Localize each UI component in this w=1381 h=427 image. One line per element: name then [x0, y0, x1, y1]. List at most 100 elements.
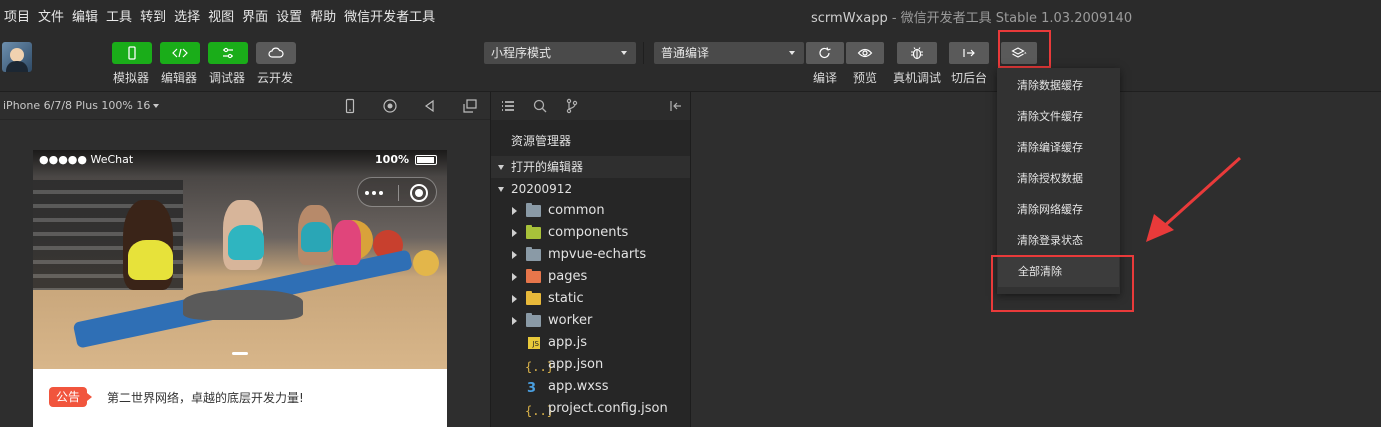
menu-item-clear-network-cache[interactable]: 清除网络缓存 [997, 194, 1120, 225]
bug-icon [911, 47, 923, 60]
banner-person [128, 240, 173, 280]
compile-button[interactable] [806, 42, 844, 64]
menu-view[interactable]: 视图 [208, 6, 234, 25]
background-switch-label: 切后台 [951, 71, 988, 85]
git-branch-icon[interactable] [564, 98, 580, 114]
menu-item-clear-login-state[interactable]: 清除登录状态 [997, 225, 1120, 256]
menu-settings[interactable]: 设置 [276, 6, 302, 25]
swiper-indicator[interactable] [232, 352, 248, 355]
carrier-label: ●●●●● WeChat [39, 153, 134, 166]
simulator-header: iPhone 6/7/8 Plus 100% 16 [0, 92, 490, 120]
tree-item-app-wxss[interactable]: 3 app.wxss [491, 376, 691, 398]
tree-item-app-json[interactable]: {..} app.json [491, 354, 691, 376]
phone-icon [128, 46, 136, 60]
cloud-icon [268, 47, 284, 58]
tree-item-project-config-json[interactable]: {..} project.config.json [491, 398, 691, 420]
folder-icon [526, 247, 541, 261]
project-section[interactable]: 20200912 [491, 178, 691, 200]
open-editors-section[interactable]: 打开的编辑器 [491, 156, 691, 178]
exit-arrow-icon [963, 49, 975, 57]
record-icon[interactable] [382, 98, 398, 114]
chevron-down-icon [789, 51, 795, 55]
tree-item-worker[interactable]: worker [491, 310, 691, 332]
menu-interface[interactable]: 界面 [242, 6, 268, 25]
editor-label: 编辑器 [161, 71, 198, 85]
eye-icon [857, 48, 873, 58]
preview-button[interactable] [846, 42, 884, 64]
sliders-icon [223, 47, 233, 59]
tree-item-components[interactable]: components [491, 222, 691, 244]
cloud-dev-button[interactable] [256, 42, 296, 64]
compile-mode-select[interactable]: 普通编译 [654, 42, 804, 64]
debugger-toggle-button[interactable] [208, 42, 248, 64]
simulator-label: 模拟器 [113, 71, 150, 85]
explorer-tabs [491, 92, 691, 120]
simulator-toggle-button[interactable] [112, 42, 152, 64]
tree-item-app-js[interactable]: JS app.js [491, 332, 691, 354]
menu-item-clear-auth-data[interactable]: 清除授权数据 [997, 163, 1120, 194]
annotation-arrow-icon [1146, 156, 1242, 242]
chevron-right-icon [512, 207, 517, 215]
notice-text[interactable]: 第二世界网络，卓越的底层开发力量! [107, 389, 304, 406]
menu-project[interactable]: 项目 [4, 6, 30, 25]
chevron-right-icon [512, 295, 517, 303]
background-switch-button[interactable] [949, 42, 989, 64]
tree-item-pages[interactable]: pages [491, 266, 691, 288]
compile-label: 编译 [813, 71, 838, 85]
menu-help[interactable]: 帮助 [310, 6, 336, 25]
mode-select[interactable]: 小程序模式 [484, 42, 636, 64]
menu-item-clear-file-cache[interactable]: 清除文件缓存 [997, 101, 1120, 132]
tree-item-common[interactable]: common [491, 200, 691, 222]
more-dots-icon[interactable] [372, 191, 376, 195]
device-select[interactable]: iPhone 6/7/8 Plus 100% 16 [3, 99, 160, 112]
menu-select[interactable]: 选择 [174, 6, 200, 25]
mini-program-capsule [357, 177, 437, 207]
avatar[interactable] [2, 42, 32, 72]
components-folder-icon [526, 225, 541, 239]
files-list-icon[interactable] [500, 98, 516, 114]
static-folder-icon [526, 291, 541, 305]
chevron-down-icon [498, 165, 504, 170]
tree-item-static[interactable]: static [491, 288, 691, 310]
chevron-down-icon [153, 104, 160, 108]
close-target-icon[interactable] [410, 184, 428, 202]
folder-icon [526, 203, 541, 217]
collapse-panel-icon[interactable] [668, 98, 684, 114]
menu-wechat-devtools[interactable]: 微信开发者工具 [344, 6, 435, 25]
window-title-rest: - 微信开发者工具 Stable 1.03.2009140 [887, 11, 1133, 26]
mode-select-value: 小程序模式 [491, 46, 552, 60]
menu-file[interactable]: 文件 [38, 6, 64, 25]
tree-item-label: app.js [548, 335, 587, 350]
search-icon[interactable] [532, 98, 548, 114]
code-icon [172, 48, 188, 58]
editor-toggle-button[interactable] [160, 42, 200, 64]
phone-screen: ●●●●● WeChat 100% 公告 第二世界网络，卓越的底层开发力量! [33, 150, 447, 427]
debugger-label: 调试器 [209, 71, 246, 85]
chevron-right-icon [512, 317, 517, 325]
device-select-value: iPhone 6/7/8 Plus 100% 16 [3, 99, 151, 112]
chevron-down-icon [621, 51, 627, 55]
tree-item-label: worker [548, 313, 593, 328]
banner-person [183, 290, 303, 320]
real-device-debug-button[interactable] [897, 42, 937, 64]
detach-window-icon[interactable] [462, 98, 478, 114]
banner-image[interactable]: ●●●●● WeChat 100% [33, 150, 447, 369]
menu-items: 项目 文件 编辑 工具 转到 选择 视图 界面 设置 帮助 微信开发者工具 [4, 6, 435, 25]
menu-goto[interactable]: 转到 [140, 6, 166, 25]
banner-person [333, 220, 361, 265]
tree-item-label: app.json [548, 357, 604, 372]
folder-icon [526, 313, 541, 327]
highlight-box-clear-all [991, 255, 1134, 312]
real-device-debug-label: 真机调试 [893, 71, 942, 85]
compile-mode-value: 普通编译 [661, 46, 710, 60]
open-editors-label: 打开的编辑器 [511, 160, 584, 174]
menu-item-clear-data-cache[interactable]: 清除数据缓存 [997, 70, 1120, 101]
menu-tools[interactable]: 工具 [106, 6, 132, 25]
chevron-right-icon [512, 229, 517, 237]
tree-item-mpvue-echarts[interactable]: mpvue-echarts [491, 244, 691, 266]
menu-edit[interactable]: 编辑 [72, 6, 98, 25]
menu-item-clear-compile-cache[interactable]: 清除编译缓存 [997, 132, 1120, 163]
banner-ball [413, 250, 439, 276]
back-triangle-icon[interactable] [422, 98, 438, 114]
mobile-icon[interactable] [342, 98, 358, 114]
